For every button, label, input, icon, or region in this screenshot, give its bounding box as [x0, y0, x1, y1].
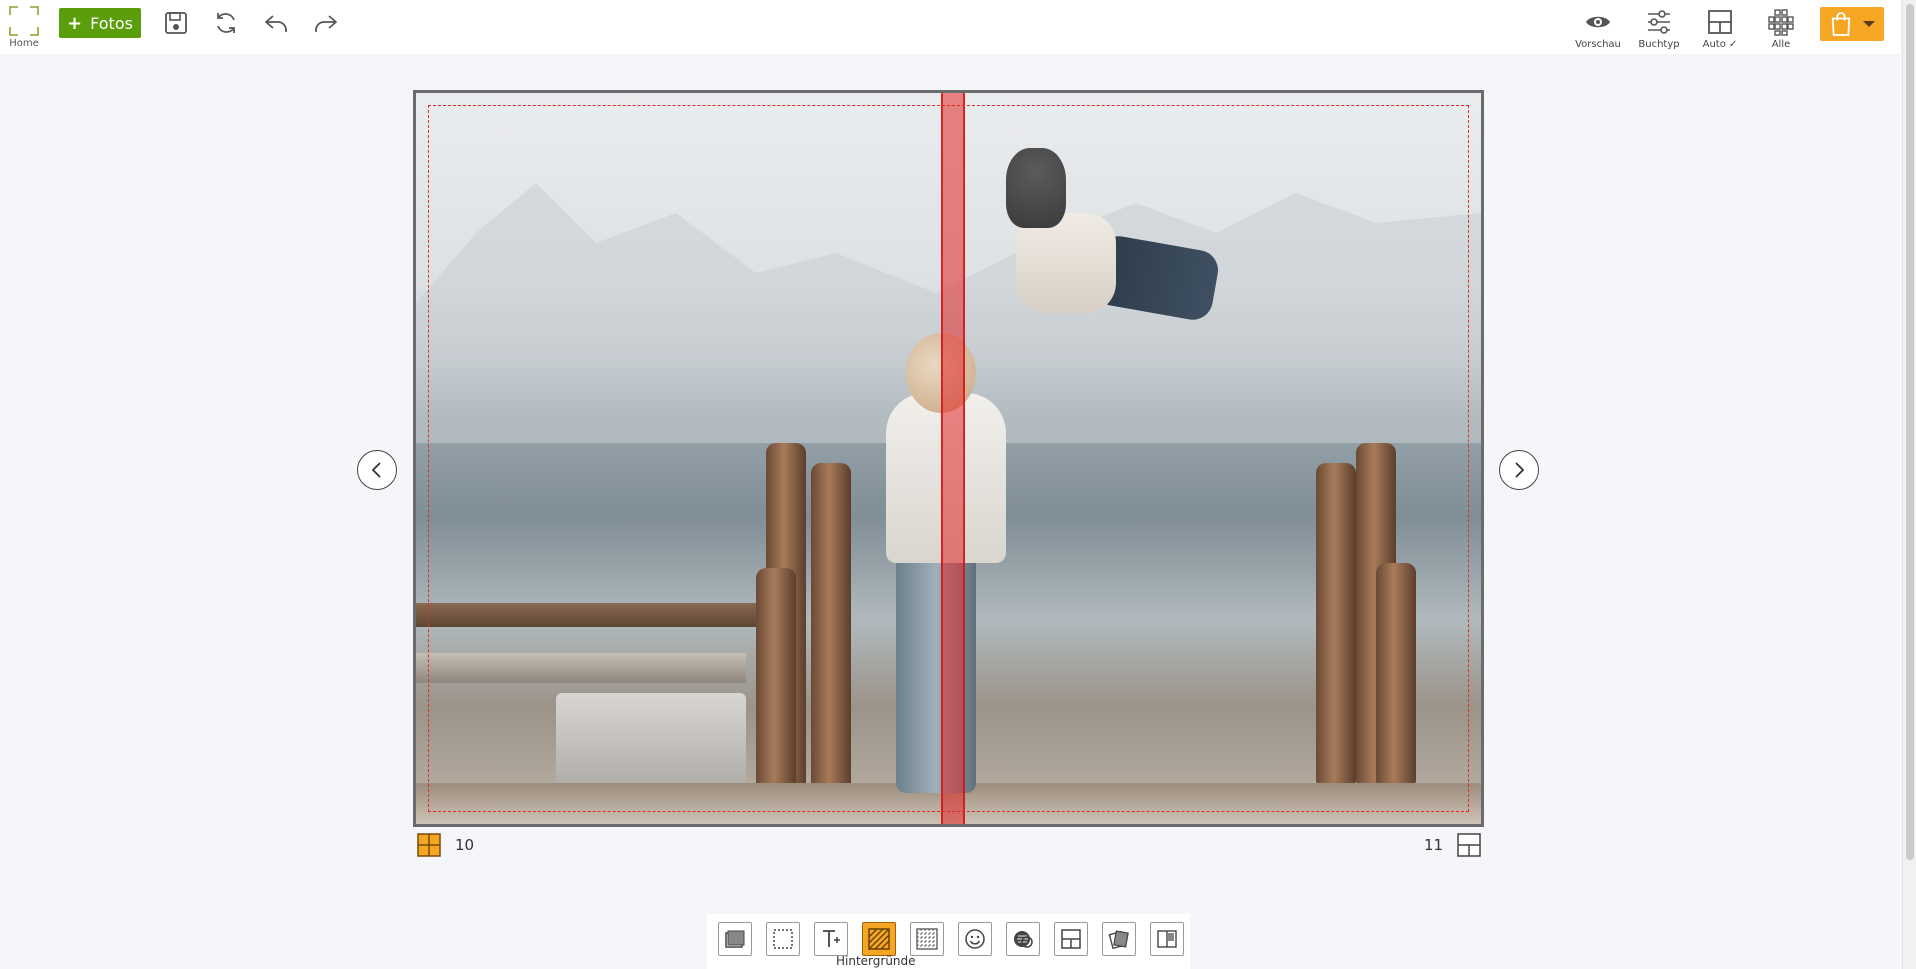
right-page-number: 11: [1424, 836, 1444, 854]
booktype-button[interactable]: Buchtyp: [1629, 8, 1689, 54]
all-label: Alle: [1771, 39, 1791, 50]
preview-button[interactable]: Vorschau: [1568, 8, 1628, 54]
redo-icon: [315, 15, 337, 32]
refresh-icon: [217, 13, 235, 33]
bleed-guide: [428, 105, 1469, 812]
left-page-number: 10: [455, 836, 475, 854]
page-layout-icon[interactable]: [417, 833, 441, 857]
top-toolbar: Home + Fotos Vorschau Buchtyp Auto ✓ All…: [0, 0, 1900, 54]
masks-tool-button[interactable]: [1006, 922, 1040, 956]
home-frame-icon: [9, 6, 39, 36]
auto-layout-button[interactable]: Auto ✓: [1690, 8, 1750, 54]
layouts-tool-button[interactable]: [1054, 922, 1088, 956]
booktype-label: Buchtyp: [1638, 39, 1680, 50]
background-pattern-icon: [868, 928, 890, 950]
text-tool-button[interactable]: [814, 922, 848, 956]
redo-button[interactable]: [311, 8, 341, 38]
all-pages-icon: [1768, 9, 1794, 36]
plus-icon: +: [67, 12, 83, 34]
add-photos-button[interactable]: + Fotos: [59, 8, 141, 38]
text-icon: [823, 930, 840, 947]
eye-icon: [1586, 16, 1610, 28]
frame-tool-button[interactable]: [766, 922, 800, 956]
cards-fan-icon: [1108, 930, 1129, 950]
auto-label: Auto ✓: [1702, 39, 1738, 50]
home-button[interactable]: Home: [6, 5, 42, 53]
checker-pattern-icon: [916, 928, 938, 950]
add-photos-label: Fotos: [90, 13, 133, 33]
undo-icon: [265, 15, 287, 32]
vertical-scrollbar[interactable]: [1902, 0, 1916, 969]
photo-stack-icon: [725, 930, 745, 948]
home-label: Home: [9, 38, 39, 49]
smiley-icon: [965, 929, 985, 949]
refresh-button[interactable]: [211, 8, 241, 38]
scrollbar-thumb[interactable]: [1906, 4, 1914, 860]
textures-tool-button[interactable]: [910, 922, 944, 956]
next-page-button[interactable]: [1499, 450, 1539, 490]
frame-icon: [773, 929, 793, 949]
undo-button[interactable]: [261, 8, 291, 38]
sliders-icon: [1648, 10, 1670, 34]
layout-grid-icon: [1061, 929, 1081, 949]
open-book-icon: [1157, 930, 1177, 948]
page-layout-icon[interactable]: [1457, 833, 1481, 857]
all-pages-button[interactable]: Alle: [1751, 8, 1811, 54]
bottom-toolbar: Hintergründe: [707, 914, 1190, 969]
chevron-left-icon: [371, 462, 381, 478]
backgrounds-tool-button[interactable]: [862, 922, 896, 956]
previous-page-button[interactable]: [357, 450, 397, 490]
cover-tool-button[interactable]: [1150, 922, 1184, 956]
left-page-footer: 10: [417, 832, 474, 858]
save-button[interactable]: [161, 8, 191, 38]
layout-grid-icon: [1708, 10, 1732, 34]
mask-icon: [1014, 931, 1033, 948]
photos-tool-button[interactable]: [718, 922, 752, 956]
active-tool-label: Hintergründe: [836, 954, 916, 968]
right-page-footer: 11: [1424, 832, 1481, 858]
chevron-down-icon: [1863, 21, 1875, 27]
chevron-right-icon: [1515, 462, 1525, 478]
themes-tool-button[interactable]: [1102, 922, 1136, 956]
cart-button[interactable]: [1820, 7, 1884, 41]
preview-label: Vorschau: [1575, 39, 1621, 50]
stickers-tool-button[interactable]: [958, 922, 992, 956]
shopping-bag-icon: [1831, 12, 1851, 36]
save-icon: [165, 12, 187, 34]
photobook-spread[interactable]: [413, 90, 1484, 827]
